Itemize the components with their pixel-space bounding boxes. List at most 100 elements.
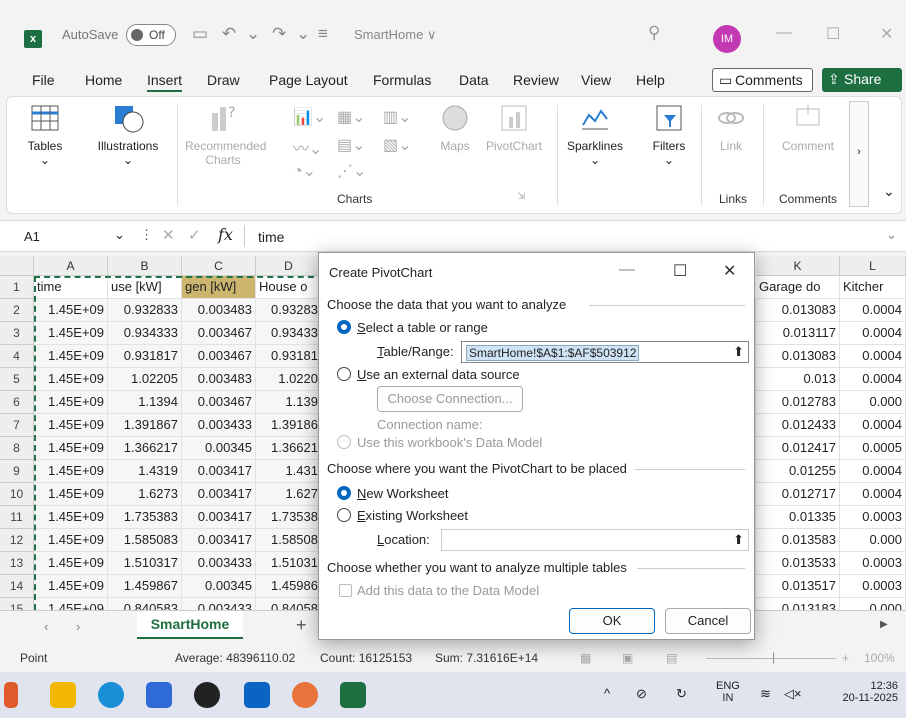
avatar[interactable]: IM	[713, 25, 741, 53]
row-header[interactable]: 3	[0, 322, 34, 345]
table-cell[interactable]: 1.45E+09	[34, 322, 108, 345]
header-cell[interactable]: Garage do	[756, 276, 840, 299]
table-cell[interactable]: 1.431	[256, 460, 322, 483]
table-cell[interactable]: 0.003433	[182, 414, 256, 437]
dell-icon[interactable]	[194, 682, 220, 708]
table-cell[interactable]: 0.003483	[182, 368, 256, 391]
table-cell[interactable]: 0.0004	[840, 460, 906, 483]
menu-review[interactable]: Review	[513, 72, 559, 88]
file-explorer-icon[interactable]	[50, 682, 76, 708]
location-input[interactable]: ⬆	[441, 529, 749, 551]
row-header[interactable]: 10	[0, 483, 34, 506]
menu-home[interactable]: Home	[85, 72, 122, 88]
table-cell[interactable]: 0.012717	[756, 483, 840, 506]
table-cell[interactable]: 1.58508	[256, 529, 322, 552]
scatter-chart-icon[interactable]: ⋰⌄	[337, 161, 366, 181]
chevron-up-icon[interactable]: ^	[604, 686, 610, 701]
header-cell[interactable]: gen [kW]	[182, 276, 256, 299]
clock[interactable]: 12:36 20-11-2025	[830, 680, 898, 704]
table-cell[interactable]: 1.459867	[108, 575, 182, 598]
column-header[interactable]: K	[756, 256, 840, 276]
status-sum[interactable]: Sum: 7.31616E+14	[435, 651, 538, 665]
table-cell[interactable]: 0.84058	[256, 598, 322, 610]
table-cell[interactable]: 0.013517	[756, 575, 840, 598]
collapse-ribbon-icon[interactable]: ⌄	[883, 183, 895, 200]
table-cell[interactable]: 0.012783	[756, 391, 840, 414]
combo-chart-icon[interactable]: ▧⌄	[383, 135, 412, 155]
table-cell[interactable]: 1.51031	[256, 552, 322, 575]
row-header[interactable]: 6	[0, 391, 34, 414]
table-cell[interactable]: 0.934333	[108, 322, 182, 345]
zoom-slider-thumb-icon[interactable]: |	[772, 650, 775, 664]
table-cell[interactable]: 0.012417	[756, 437, 840, 460]
table-cell[interactable]: 0.012433	[756, 414, 840, 437]
radio-new-worksheet[interactable]	[337, 486, 351, 500]
table-cell[interactable]: 0.003467	[182, 322, 256, 345]
row-header[interactable]: 9	[0, 460, 34, 483]
row-header[interactable]: 2	[0, 299, 34, 322]
table-cell[interactable]: 0.0005	[840, 437, 906, 460]
table-cell[interactable]: 1.39186	[256, 414, 322, 437]
table-cell[interactable]: 1.45E+09	[34, 598, 108, 610]
menu-help[interactable]: Help	[636, 72, 665, 88]
sync-icon[interactable]: ↻	[676, 686, 687, 702]
cancel-icon[interactable]: ✕	[162, 226, 175, 244]
close-icon[interactable]: ✕	[880, 24, 893, 44]
zoom-slider[interactable]	[706, 658, 836, 659]
table-cell[interactable]: 1.45E+09	[34, 506, 108, 529]
table-cell[interactable]: 0.003467	[182, 345, 256, 368]
volume-icon[interactable]: ◁×	[784, 686, 802, 702]
undo-icon[interactable]: ↶	[222, 24, 236, 44]
app-icon[interactable]	[4, 682, 18, 708]
radio-data-model[interactable]	[337, 435, 351, 449]
table-cell[interactable]: 1.45E+09	[34, 437, 108, 460]
table-cell[interactable]: 0.93283	[256, 299, 322, 322]
table-cell[interactable]: 1.391867	[108, 414, 182, 437]
page-break-view-icon[interactable]: ▤	[666, 651, 677, 665]
normal-view-icon[interactable]: ▦	[580, 651, 591, 665]
table-cell[interactable]: 1.45E+09	[34, 299, 108, 322]
undo-dropdown-icon[interactable]: ⌄	[246, 24, 260, 44]
table-cell[interactable]: 0.932833	[108, 299, 182, 322]
table-cell[interactable]: 1.510317	[108, 552, 182, 575]
table-cell[interactable]: 0.003417	[182, 483, 256, 506]
table-cell[interactable]: 0.013	[756, 368, 840, 391]
line-chart-icon[interactable]: 〰⌄	[293, 135, 322, 159]
table-cell[interactable]: 0.931817	[108, 345, 182, 368]
mute-icon[interactable]: ⊘	[636, 686, 647, 702]
table-cell[interactable]: 1.45E+09	[34, 391, 108, 414]
menu-view[interactable]: View	[581, 72, 611, 88]
table-cell[interactable]: 1.36621	[256, 437, 322, 460]
dialog-launcher-icon[interactable]: ⇲	[517, 191, 525, 202]
radio-select-table-label[interactable]: Select a table or range	[357, 320, 488, 335]
header-cell[interactable]: House o	[256, 276, 322, 299]
collapse-dialog-icon[interactable]: ⬆	[733, 344, 744, 360]
customize-toolbar-icon[interactable]: ≡	[318, 24, 328, 44]
maximize-icon[interactable]: ☐	[673, 261, 687, 281]
document-title[interactable]: SmartHome ∨	[354, 27, 437, 43]
autosave-toggle[interactable]: Off	[126, 24, 176, 46]
table-cell[interactable]: 0.003417	[182, 460, 256, 483]
table-cell[interactable]: 0.93433	[256, 322, 322, 345]
radio-existing-worksheet-label[interactable]: Existing Worksheet	[357, 508, 468, 523]
radio-external-source-label[interactable]: Use an external data source	[357, 367, 520, 382]
waterfall-chart-icon[interactable]: ▥⌄	[383, 107, 412, 127]
column-header[interactable]: L	[840, 256, 906, 276]
row-header[interactable]: 11	[0, 506, 34, 529]
row-header[interactable]: 4	[0, 345, 34, 368]
redo-dropdown-icon[interactable]: ⌄	[296, 24, 310, 44]
status-average[interactable]: Average: 48396110.02	[175, 651, 295, 665]
table-cell[interactable]: 1.6273	[108, 483, 182, 506]
add-sheet-icon[interactable]: +	[296, 615, 307, 636]
zoom-level[interactable]: 100%	[864, 651, 895, 665]
store-icon[interactable]	[146, 682, 172, 708]
table-cell[interactable]: 1.45E+09	[34, 345, 108, 368]
table-cell[interactable]: 0.000	[840, 598, 906, 610]
zoom-in-icon[interactable]: +	[842, 651, 849, 665]
table-cell[interactable]: 0.0004	[840, 483, 906, 506]
header-cell[interactable]: time	[34, 276, 108, 299]
row-header[interactable]: 8	[0, 437, 34, 460]
recommended-charts-button[interactable]: ? Recommended Charts	[185, 103, 266, 167]
table-cell[interactable]: 1.139	[256, 391, 322, 414]
ribbon-scroll-right-icon[interactable]: ›	[849, 101, 869, 207]
